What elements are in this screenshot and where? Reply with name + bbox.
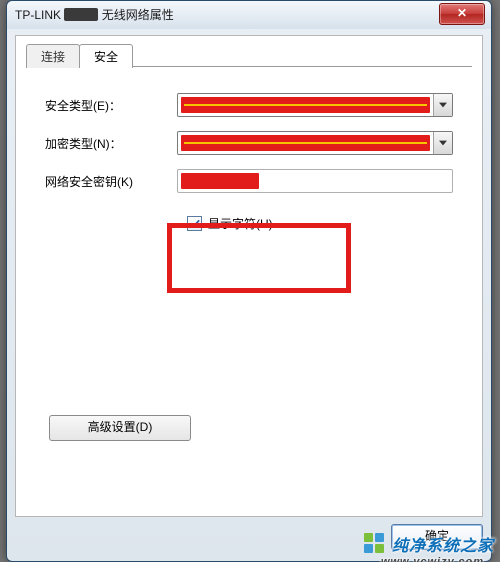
titlebar[interactable]: TP-LINK 无线网络属性 ✕ — [7, 1, 491, 29]
title-suffix: 无线网络属性 — [102, 8, 174, 22]
row-security-type: 安全类型(E)： — [27, 93, 471, 117]
row-encryption-type: 加密类型(N)： — [27, 131, 471, 155]
row-show-characters: 显示字符(H) — [179, 207, 471, 240]
tab-strip: 连接 安全 — [26, 44, 132, 68]
combo-security-type[interactable] — [177, 93, 453, 117]
watermark-url: www.ycwjzy.com — [381, 556, 484, 562]
client-area: 连接 安全 安全类型(E)： 加密类型(N)： — [15, 35, 483, 517]
label-network-key: 网络安全密钥(K) — [27, 173, 177, 190]
watermark-text: 纯净系统之家 — [392, 532, 494, 556]
combo-encryption-type-value-redacted — [181, 135, 430, 151]
chevron-down-icon — [439, 140, 447, 146]
dialog-window: TP-LINK 无线网络属性 ✕ 连接 安全 安全类型(E)： — [6, 0, 492, 562]
watermark-logo-icon — [364, 533, 386, 555]
close-button[interactable]: ✕ — [439, 3, 485, 25]
label-encryption-type: 加密类型(N)： — [27, 135, 177, 152]
row-network-key: 网络安全密钥(K) — [27, 169, 471, 193]
title-prefix: TP-LINK — [15, 8, 61, 22]
checkbox-show-characters[interactable] — [187, 216, 202, 231]
title-redacted — [64, 8, 98, 21]
tab-security[interactable]: 安全 — [79, 44, 133, 68]
watermark: 纯净系统之家 www.ycwjzy.com — [364, 532, 494, 556]
combo-security-type-value-redacted — [181, 97, 430, 113]
label-security-type: 安全类型(E)： — [27, 97, 177, 114]
security-panel: 安全类型(E)： 加密类型(N)： — [26, 66, 472, 506]
close-icon: ✕ — [457, 6, 467, 20]
tab-connection[interactable]: 连接 — [26, 44, 80, 68]
chevron-down-icon — [439, 102, 447, 108]
combo-encryption-type-arrow[interactable] — [433, 132, 452, 154]
checkmark-icon — [190, 219, 200, 229]
label-show-characters: 显示字符(H) — [208, 215, 273, 232]
combo-encryption-type[interactable] — [177, 131, 453, 155]
advanced-settings-button[interactable]: 高级设置(D) — [49, 415, 191, 441]
input-network-key-value-redacted — [181, 173, 259, 189]
input-network-key[interactable] — [177, 169, 453, 193]
combo-security-type-arrow[interactable] — [433, 94, 452, 116]
